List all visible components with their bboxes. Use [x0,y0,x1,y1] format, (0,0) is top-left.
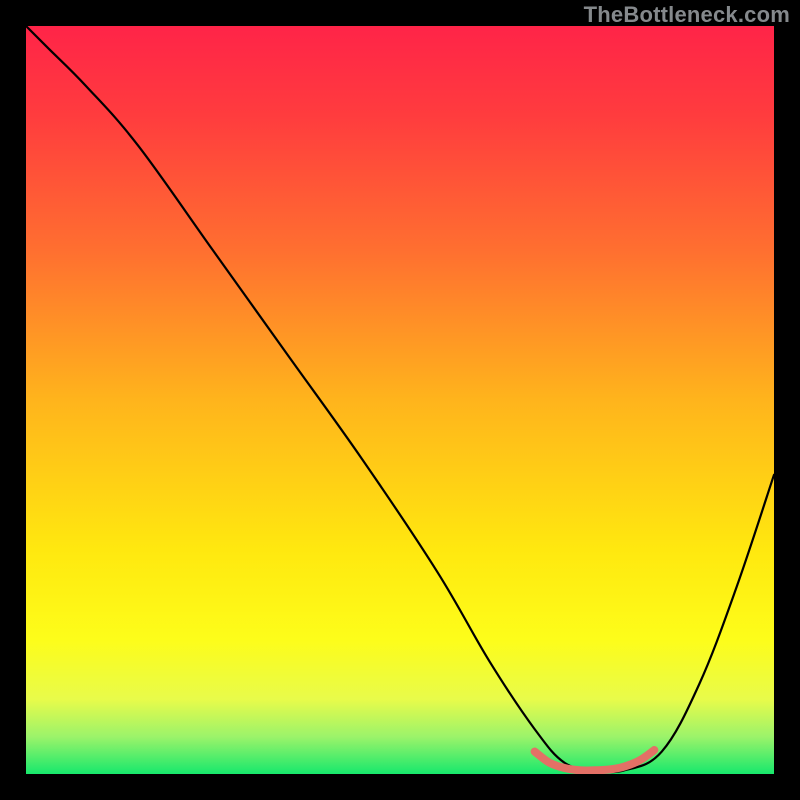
watermark-text: TheBottleneck.com [584,2,790,28]
chart-frame [26,26,774,774]
gradient-background [26,26,774,774]
chart-plot [26,26,774,774]
